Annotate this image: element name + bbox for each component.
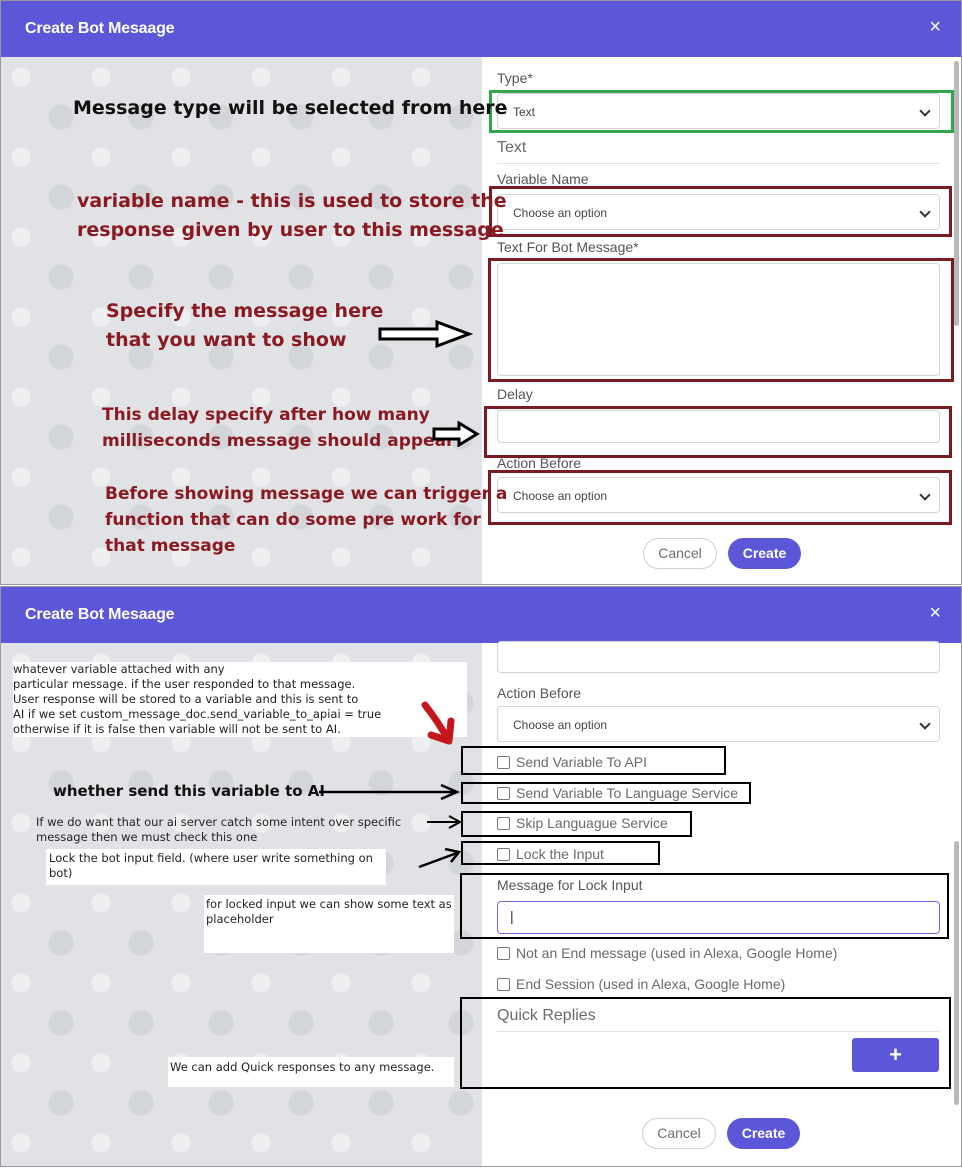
quick-replies-title: Quick Replies <box>497 1007 940 1032</box>
close-icon[interactable]: × <box>929 601 941 625</box>
dialog-header: Create Bot Mesaage × <box>1 1 961 57</box>
checkbox-label: End Session (used in Alexa, Google Home) <box>516 976 786 992</box>
scrollbar[interactable] <box>954 61 959 326</box>
checkbox-label: Skip Languague Service <box>516 815 668 831</box>
intent-note: If we do want that our ai server catch s… <box>36 815 456 845</box>
variable-name-value: Choose an option <box>513 206 608 220</box>
delay-label: Delay <box>497 386 533 402</box>
bot-message-textarea[interactable] <box>497 263 940 376</box>
create-button[interactable]: Create <box>728 538 801 569</box>
send-variable-to-language-checkbox[interactable]: Send Variable To Language Service <box>497 785 738 801</box>
variable-note-line: whatever variable attached with any <box>13 662 225 676</box>
checkbox-icon[interactable] <box>497 847 510 861</box>
arrow-right-icon <box>378 319 473 349</box>
action-before-value: Choose an option <box>513 718 608 732</box>
message-annotation-2: that you want to show <box>106 329 347 351</box>
checkbox-icon[interactable] <box>497 946 510 960</box>
intent-note-line: If we do want that our ai server catch s… <box>36 815 402 829</box>
chevron-down-icon <box>919 206 931 218</box>
checkbox-label: Lock the Input <box>516 846 604 862</box>
red-arrow-icon <box>421 701 455 745</box>
text-section-title: Text <box>497 139 940 164</box>
action-annotation-3: that message <box>105 536 236 556</box>
action-before-value: Choose an option <box>513 489 608 503</box>
variable-name-select[interactable]: Choose an option <box>497 194 940 230</box>
checkbox-label: Not an End message (used in Alexa, Googl… <box>516 945 838 961</box>
send-ai-annotation: whether send this variable to AI <box>53 782 325 800</box>
send-variable-to-api-checkbox[interactable]: Send Variable To API <box>497 754 647 770</box>
action-before-label: Action Before <box>497 455 582 471</box>
add-quick-reply-button[interactable]: + <box>852 1038 939 1072</box>
chevron-down-icon <box>919 489 931 501</box>
message-annotation-1: Specify the message here <box>106 300 384 322</box>
scrollbar[interactable] <box>954 841 959 1105</box>
dialog-title: Create Bot Mesaage <box>25 606 175 623</box>
intent-note-line: message then we must check this one <box>36 830 258 844</box>
action-annotation-1: Before showing message we can trigger a <box>105 484 508 504</box>
delay-annotation-2: milliseconds message should appear <box>102 431 455 451</box>
placeholder-note: for locked input we can show some text a… <box>204 895 454 953</box>
dialog-header: Create Bot Mesaage × <box>1 587 961 643</box>
variable-name-label: Variable Name <box>497 171 589 187</box>
action-before-label: Action Before <box>497 685 582 701</box>
checkbox-label: Send Variable To API <box>516 754 648 770</box>
chevron-down-icon <box>919 718 931 730</box>
cancel-button[interactable]: Cancel <box>642 1118 716 1149</box>
arrow-right-icon <box>427 815 463 829</box>
variable-annotation-2: response given by user to this message <box>77 219 504 241</box>
action-annotation-2: function that can do some pre work for <box>105 510 481 530</box>
checkbox-icon[interactable] <box>497 816 510 830</box>
variable-note: whatever variable attached with any part… <box>13 662 467 737</box>
text-for-bot-label: Text For Bot Message* <box>497 239 639 255</box>
type-select-value: Text <box>513 105 536 119</box>
variable-note-line: particular message. if the user responde… <box>13 677 356 691</box>
not-end-message-checkbox[interactable]: Not an End message (used in Alexa, Googl… <box>497 945 837 961</box>
chevron-down-icon <box>919 105 931 117</box>
action-before-select[interactable]: Choose an option <box>497 477 940 513</box>
delay-annotation-1: This delay specify after how many <box>102 405 430 425</box>
arrow-right-icon <box>418 847 462 869</box>
text-cursor: | <box>510 908 514 924</box>
type-annotation: Message type will be selected from here <box>73 97 508 119</box>
checkbox-icon[interactable] <box>497 755 510 769</box>
delay-input[interactable] <box>497 641 940 673</box>
dialog-panel-top: Create Bot Mesaage × Type* Text Text Var… <box>0 0 962 585</box>
quick-reply-note: We can add Quick responses to any messag… <box>168 1057 454 1087</box>
checkbox-label: Send Variable To Language Service <box>516 785 739 801</box>
skip-language-service-checkbox[interactable]: Skip Languague Service <box>497 815 668 831</box>
variable-annotation-1: variable name - this is used to store th… <box>77 190 507 212</box>
dialog-title: Create Bot Mesaage <box>25 20 175 37</box>
arrow-right-icon <box>319 783 461 801</box>
create-button[interactable]: Create <box>727 1118 800 1149</box>
dialog-panel-bottom: Create Bot Mesaage × Action Before Choos… <box>0 586 962 1167</box>
lock-input-checkbox[interactable]: Lock the Input <box>497 846 604 862</box>
variable-note-line: AI if we set custom_message_doc.send_var… <box>13 707 382 721</box>
checkbox-icon[interactable] <box>497 786 510 800</box>
close-icon[interactable]: × <box>929 15 941 39</box>
end-session-checkbox[interactable]: End Session (used in Alexa, Google Home) <box>497 976 785 992</box>
form-area: Type* Text Text Variable Name Choose an … <box>482 57 961 584</box>
lock-message-label: Message for Lock Input <box>497 877 643 893</box>
type-label: Type* <box>497 70 533 86</box>
cancel-button[interactable]: Cancel <box>643 538 717 569</box>
type-select[interactable]: Text <box>497 93 940 129</box>
checkbox-icon[interactable] <box>497 977 510 991</box>
delay-input[interactable] <box>497 410 940 443</box>
action-before-select[interactable]: Choose an option <box>497 706 940 742</box>
variable-note-line: otherwise if it is false then variable w… <box>13 722 341 736</box>
arrow-right-icon <box>432 421 480 447</box>
lock-message-input[interactable]: | <box>497 901 940 934</box>
lock-note: Lock the bot input field. (where user wr… <box>46 849 386 885</box>
form-area: Action Before Choose an option Send Vari… <box>482 641 961 1166</box>
variable-note-line: User response will be stored to a variab… <box>13 692 359 706</box>
